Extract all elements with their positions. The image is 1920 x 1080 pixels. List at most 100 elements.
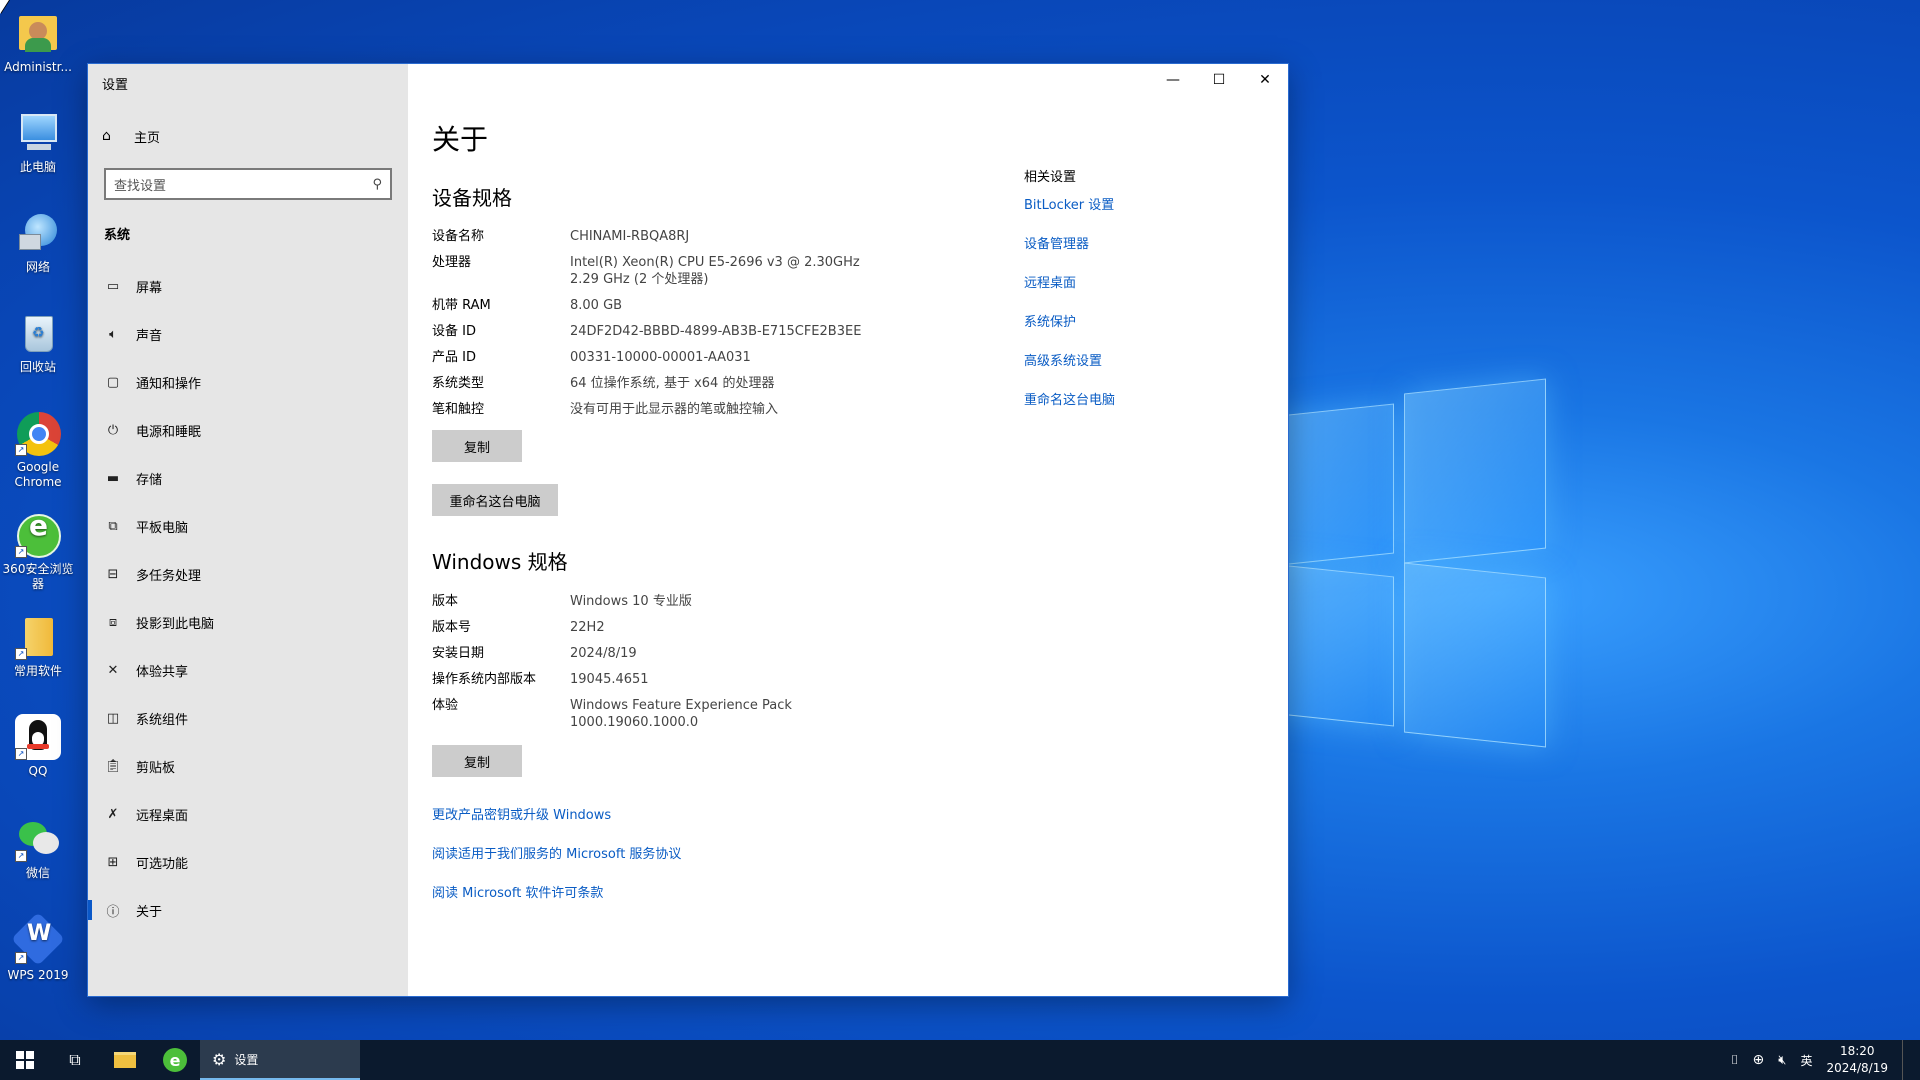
remote-desktop-icon: ✗ — [107, 806, 119, 822]
device-specs-heading: 设备规格 — [432, 186, 512, 210]
network-globe-icon — [15, 210, 61, 256]
nav-item-clipboard[interactable]: 📋︎ 剪贴板 — [88, 742, 408, 790]
settings-sidebar: 设置 ⌂ 主页 查找设置 ⚲ 系统 ▭ 屏幕 🔈︎ 声音 ▢ 通知和操作 ⏻ 电源和睡眠… — [88, 64, 408, 996]
share-icon: ✕ — [107, 662, 119, 678]
multitask-icon: ⊟ — [107, 566, 119, 582]
taskbar-settings-app[interactable]: ⚙ 设置 — [200, 1040, 360, 1080]
nav-item-display[interactable]: ▭ 屏幕 — [88, 262, 408, 310]
wechat-icon: ↗ — [15, 816, 61, 862]
desktop-icon-recycle-bin[interactable]: ♻ 回收站 — [0, 310, 76, 375]
usb-device-icon[interactable]: ⌷ — [1731, 1053, 1739, 1068]
desktop-icon-wps[interactable]: W ↗ WPS 2019 — [0, 912, 76, 983]
360-browser-icon: e ↗ — [15, 512, 61, 558]
clock-time: 18:20 — [1839, 1044, 1875, 1058]
spec-row: 设备名称 CHINAMI-RBQA8RJ — [432, 229, 690, 244]
desktop-icon-chrome[interactable]: ↗ Google Chrome — [0, 410, 76, 490]
related-device-manager-link[interactable]: 设备管理器 — [1024, 233, 1089, 252]
desktop-icon-this-pc[interactable]: 此电脑 — [0, 110, 76, 175]
minimize-button[interactable]: — — [1150, 64, 1196, 96]
ime-indicator[interactable]: 英 — [1800, 1052, 1812, 1069]
nav-item-tablet[interactable]: ⧉ 平板电脑 — [88, 502, 408, 550]
license-terms-link[interactable]: 阅读 Microsoft 软件许可条款 — [432, 882, 603, 901]
home-icon: ⌂ — [102, 128, 111, 144]
info-icon: ⓘ — [106, 904, 120, 920]
nav-home[interactable]: ⌂ 主页 — [102, 126, 160, 146]
nav-item-sound[interactable]: 🔈︎ 声音 — [88, 310, 408, 358]
nav-item-power-sleep[interactable]: ⏻ 电源和睡眠 — [88, 406, 408, 454]
task-view-icon: ⧉ — [69, 1050, 81, 1069]
nav-item-system-components[interactable]: ◫ 系统组件 — [88, 694, 408, 742]
folder-icon: ↗ — [15, 614, 61, 660]
nav-item-remote-desktop[interactable]: ✗ 远程桌面 — [88, 790, 408, 838]
wallpaper-windows-logo — [1270, 378, 1550, 748]
show-desktop-button[interactable] — [1902, 1040, 1906, 1080]
computer-icon — [15, 110, 61, 156]
spec-row: 机带 RAM 8.00 GB — [432, 298, 623, 313]
start-button[interactable] — [0, 1040, 50, 1080]
nav-item-notifications[interactable]: ▢ 通知和操作 — [88, 358, 408, 406]
notification-icon: ▢ — [106, 374, 120, 390]
windows-specs-table: 版本 Windows 10 专业版 版本号 22H2 安装日期 2024/8/19 操… — [432, 593, 992, 740]
system-tray: ⌷ ⊕ 🔇︎ 英 18:20 2024/8/19 — [1731, 1040, 1906, 1080]
service-agreement-link[interactable]: 阅读适用于我们服务的 Microsoft 服务协议 — [432, 843, 681, 862]
shortcut-arrow-icon: ↗ — [15, 748, 27, 760]
windows-logo-icon — [16, 1051, 34, 1069]
user-folder-icon — [15, 10, 61, 56]
360-browser-icon: e — [163, 1048, 187, 1072]
rename-pc-button[interactable]: 重命名这台电脑 — [432, 484, 558, 516]
system-nav-list: ▭ 屏幕 🔈︎ 声音 ▢ 通知和操作 ⏻ 电源和睡眠 ▬ 存储 ⧉ 平板电脑 ⊟ 多任务处理 … — [88, 262, 408, 934]
nav-item-shared-experience[interactable]: ✕ 体验共享 — [88, 646, 408, 694]
taskbar-file-explorer[interactable] — [100, 1040, 150, 1080]
project-icon: ⧈ — [108, 614, 118, 630]
window-title: 设置 — [102, 78, 129, 93]
shortcut-arrow-icon: ↗ — [15, 546, 27, 558]
maximize-button[interactable]: ☐ — [1196, 64, 1242, 96]
related-bitlocker-link[interactable]: BitLocker 设置 — [1024, 194, 1114, 213]
desktop-icon-qq[interactable]: ↗ QQ — [0, 714, 76, 779]
related-advanced-system-link[interactable]: 高级系统设置 — [1024, 350, 1102, 369]
copy-windows-specs-button[interactable]: 复制 — [432, 745, 522, 777]
desktop-icon-wechat[interactable]: ↗ 微信 — [0, 816, 76, 881]
device-specs-table: 设备名称 CHINAMI-RBQA8RJ 处理器 Intel(R) Xeon(R) … — [432, 228, 992, 427]
desktop-icon-administrator[interactable]: Administr... — [0, 10, 76, 75]
optional-features-icon: ⊞ — [107, 854, 119, 870]
shortcut-arrow-icon: ↗ — [15, 850, 27, 862]
spec-row: 操作系统内部版本 19045.4651 — [432, 672, 649, 687]
recycle-bin-icon: ♻ — [15, 310, 61, 356]
taskbar: ⧉ e ⚙ 设置 ⌷ ⊕ 🔇︎ 英 18:20 2024/8/19 — [0, 1040, 1920, 1080]
components-icon: ◫ — [106, 710, 120, 726]
related-system-protection-link[interactable]: 系统保护 — [1024, 311, 1076, 330]
spec-row: 设备 ID 24DF2D42-BBBD-4899-AB3B-E715CFE2B3E… — [432, 324, 862, 339]
spec-row: 系统类型 64 位操作系统, 基于 x64 的处理器 — [432, 376, 775, 391]
nav-item-multitasking[interactable]: ⊟ 多任务处理 — [88, 550, 408, 598]
search-icon: ⚲ — [372, 176, 382, 192]
spec-row: 产品 ID 00331-10000-00001-AA031 — [432, 350, 751, 365]
close-button[interactable]: ✕ — [1242, 64, 1288, 96]
windows-specs-heading: Windows 规格 — [432, 550, 568, 574]
related-rename-pc-link[interactable]: 重命名这台电脑 — [1024, 389, 1115, 408]
nav-item-storage[interactable]: ▬ 存储 — [88, 454, 408, 502]
task-view-button[interactable]: ⧉ — [50, 1040, 100, 1080]
shortcut-arrow-icon: ↗ — [15, 648, 27, 660]
taskbar-clock[interactable]: 18:20 2024/8/19 — [1826, 1043, 1888, 1077]
tablet-icon: ⧉ — [108, 518, 118, 534]
desktop-icon-network[interactable]: 网络 — [0, 210, 76, 275]
volume-muted-icon[interactable]: 🔇︎ — [1778, 1053, 1786, 1068]
taskbar-360-browser[interactable]: e — [150, 1040, 200, 1080]
related-remote-desktop-link[interactable]: 远程桌面 — [1024, 272, 1076, 291]
spec-row: 笔和触控 没有可用于此显示器的笔或触控输入 — [432, 402, 779, 417]
window-caption-buttons: — ☐ ✕ — [1150, 64, 1288, 96]
nav-item-about[interactable]: ⓘ 关于 — [88, 886, 408, 934]
wps-icon: W ↗ — [11, 912, 65, 966]
spec-row: 版本 Windows 10 专业版 — [432, 594, 692, 609]
desktop-icon-360-browser[interactable]: e ↗ 360安全浏览器 — [0, 512, 76, 592]
nav-item-project[interactable]: ⧈ 投影到此电脑 — [88, 598, 408, 646]
change-product-key-link[interactable]: 更改产品密钥或升级 Windows — [432, 804, 611, 823]
copy-device-specs-button[interactable]: 复制 — [432, 430, 522, 462]
chrome-icon: ↗ — [15, 410, 61, 456]
nav-item-optional-features[interactable]: ⊞ 可选功能 — [88, 838, 408, 886]
search-settings-input[interactable]: 查找设置 ⚲ — [104, 168, 392, 200]
spec-row: 体验 Windows Feature Experience Pack 1000.1… — [432, 698, 792, 730]
network-globe-icon[interactable]: ⊕ — [1753, 1052, 1765, 1068]
desktop-icon-common-software[interactable]: ↗ 常用软件 — [0, 614, 76, 679]
